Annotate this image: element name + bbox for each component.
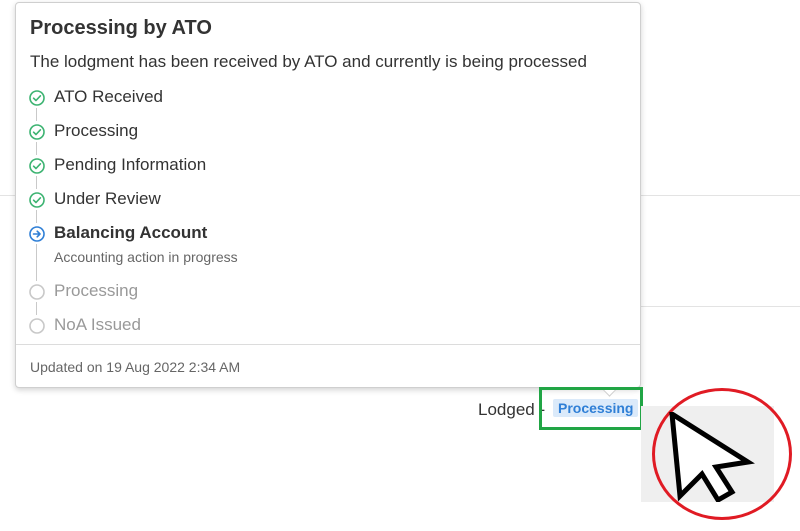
timeline-step-label: Balancing Account — [54, 223, 208, 242]
popover-description: The lodgment has been received by ATO an… — [30, 52, 587, 71]
timeline-step-label: Under Review — [54, 189, 161, 208]
timeline-step-label: NoA Issued — [54, 315, 141, 334]
timeline-step-label: Processing — [54, 121, 139, 140]
background-divider — [641, 195, 800, 196]
mouse-pointer-icon — [669, 412, 755, 502]
timeline-connector — [36, 210, 37, 223]
timeline-connector — [36, 176, 37, 189]
check-circle-icon — [29, 124, 45, 140]
status-badge[interactable]: Processing — [553, 399, 639, 417]
check-circle-icon — [29, 192, 45, 208]
check-circle-icon — [29, 158, 45, 174]
empty-circle-icon — [29, 284, 45, 300]
background-divider — [641, 306, 800, 307]
status-label: Lodged - — [478, 400, 546, 419]
status-popover: Processing by ATO The lodgment has been … — [15, 2, 641, 388]
check-circle-icon — [29, 90, 45, 106]
popover-divider — [16, 344, 640, 345]
timeline-connector — [36, 108, 37, 121]
timeline-step-label: Pending Information — [54, 155, 207, 174]
popover-title: Processing by ATO — [30, 17, 212, 39]
timeline-step-label: Processing — [54, 281, 139, 300]
timeline-connector — [36, 244, 37, 281]
timeline-step-label: ATO Received — [54, 87, 163, 106]
popover-updated-timestamp: Updated on 19 Aug 2022 2:34 AM — [30, 359, 241, 375]
timeline-connector — [36, 302, 37, 315]
timeline-step-sublabel: Accounting action in progress — [54, 249, 238, 265]
arrow-right-circle-icon — [29, 226, 45, 242]
background-divider — [0, 195, 15, 196]
timeline-connector — [36, 142, 37, 155]
empty-circle-icon — [29, 318, 45, 334]
